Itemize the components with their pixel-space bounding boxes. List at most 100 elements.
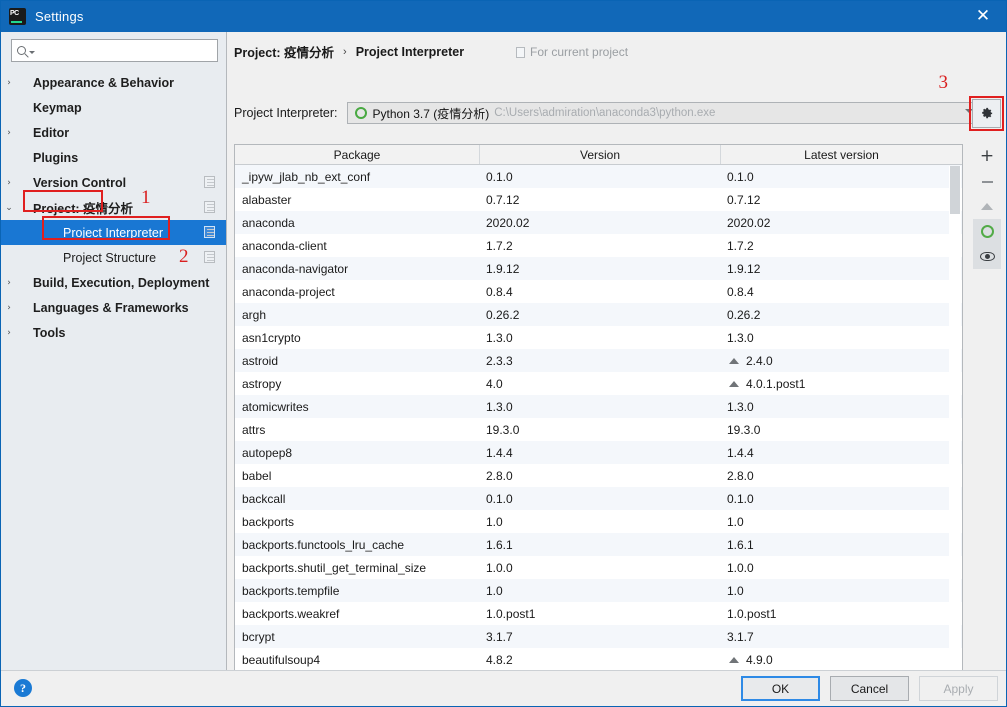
table-row[interactable]: atomicwrites 1.3.0 1.3.0 — [235, 395, 962, 418]
sidebar-item-version-control[interactable]: › Version Control — [1, 170, 226, 195]
cancel-button[interactable]: Cancel — [830, 676, 909, 701]
cell-package: autopep8 — [242, 445, 293, 460]
upgrade-available-icon — [729, 357, 739, 364]
cell-package: astropy — [242, 376, 282, 391]
sidebar-item-label: Keymap — [33, 100, 82, 115]
sidebar-item-project-structure[interactable]: Project Structure — [1, 245, 226, 270]
table-row[interactable]: backports.tempfile 1.0 1.0 — [235, 579, 962, 602]
table-row[interactable]: astropy 4.0 4.0.1.post1 — [235, 372, 962, 395]
latest-version-text: 1.9.12 — [727, 261, 761, 276]
upgrade-package-icon[interactable] — [973, 194, 1001, 219]
search-container — [1, 32, 226, 68]
upgrade-available-icon — [729, 656, 739, 663]
table-row[interactable]: anaconda-navigator 1.9.12 1.9.12 — [235, 257, 962, 280]
chevron-right-icon[interactable]: › — [1, 303, 17, 313]
cell-latest-version: 1.0 — [721, 579, 962, 602]
cell-package: backports.shutil_get_terminal_size — [242, 560, 427, 575]
table-row[interactable]: beautifulsoup4 4.8.2 4.9.0 — [235, 648, 962, 671]
latest-version-text: 4.0.1.post1 — [746, 376, 806, 391]
table-row[interactable]: argh 0.26.2 0.26.2 — [235, 303, 962, 326]
cell-version: 0.7.12 — [486, 192, 520, 207]
chevron-down-icon[interactable]: ⌄ — [1, 203, 17, 213]
table-row[interactable]: backports 1.0 1.0 — [235, 510, 962, 533]
table-row[interactable]: anaconda 2020.02 2020.02 — [235, 211, 962, 234]
settings-dialog: Settings ✕ ›Appearance & BehaviorKeymap›… — [0, 0, 1007, 707]
packages-table-body: _ipyw_jlab_nb_ext_conf 0.1.0 0.1.0 alabaste… — [235, 165, 962, 683]
sidebar-item-appearance-behavior[interactable]: › Appearance & Behavior — [1, 70, 226, 95]
cell-latest-version: 1.0.0 — [721, 556, 962, 579]
copy-settings-icon[interactable] — [204, 251, 215, 263]
cell-latest-version: 1.4.4 — [721, 441, 962, 464]
sidebar-item-label: Build, Execution, Deployment — [33, 275, 210, 290]
column-header-latest-version[interactable]: Latest version — [721, 145, 962, 164]
table-row[interactable]: bcrypt 3.1.7 3.1.7 — [235, 625, 962, 648]
cell-latest-version: 0.8.4 — [721, 280, 962, 303]
table-row[interactable]: autopep8 1.4.4 1.4.4 — [235, 441, 962, 464]
packages-table-scrollbar[interactable] — [949, 166, 961, 683]
add-package-icon[interactable]: + — [973, 144, 1001, 169]
cell-package: argh — [242, 307, 267, 322]
sidebar-item-project[interactable]: ⌄ Project: 疫情分析 — [1, 195, 226, 220]
chevron-right-icon[interactable]: › — [1, 328, 17, 338]
table-row[interactable]: alabaster 0.7.12 0.7.12 — [235, 188, 962, 211]
settings-sidebar: › Appearance & Behavior Keymap › Editor Plugi… — [1, 32, 227, 672]
sidebar-item-keymap[interactable]: Keymap — [1, 95, 226, 120]
chevron-right-icon[interactable]: › — [1, 278, 17, 288]
cell-version: 0.8.4 — [486, 284, 513, 299]
sidebar-item-label: Plugins — [33, 150, 79, 165]
cell-version: 1.3.0 — [486, 330, 513, 345]
cell-version: 4.8.2 — [486, 652, 513, 667]
sidebar-item-build-execution-deployment[interactable]: › Build, Execution, Deployment — [1, 270, 226, 295]
cell-package: atomicwrites — [242, 399, 309, 414]
latest-version-text: 1.0.0 — [727, 560, 754, 575]
sidebar-item-languages-frameworks[interactable]: › Languages & Frameworks — [1, 295, 226, 320]
latest-version-text: 4.9.0 — [746, 652, 773, 667]
column-header-version[interactable]: Version — [480, 145, 721, 164]
interpreter-name: Python 3.7 (疫情分析) — [372, 106, 490, 121]
sidebar-item-tools[interactable]: › Tools — [1, 320, 226, 345]
column-header-package[interactable]: Package — [235, 145, 480, 164]
table-row[interactable]: backports.shutil_get_terminal_size 1.0.0 1… — [235, 556, 962, 579]
table-row[interactable]: backports.weakref 1.0.post1 1.0.post1 — [235, 602, 962, 625]
sidebar-item-plugins[interactable]: Plugins — [1, 145, 226, 170]
cell-version: 2.3.3 — [486, 353, 513, 368]
python-env-icon — [354, 107, 367, 119]
table-row[interactable]: astroid 2.3.3 2.4.0 — [235, 349, 962, 372]
table-row[interactable]: attrs 19.3.0 19.3.0 — [235, 418, 962, 441]
ok-button[interactable]: OK — [741, 676, 820, 701]
cell-package: babel — [242, 468, 272, 483]
show-early-releases-icon[interactable] — [973, 219, 1001, 244]
eye-show-paths-icon[interactable] — [973, 244, 1001, 269]
table-row[interactable]: backports.functools_lru_cache 1.6.1 1.6.1 — [235, 533, 962, 556]
chevron-right-icon[interactable]: › — [1, 78, 17, 88]
table-row[interactable]: anaconda-project 0.8.4 0.8.4 — [235, 280, 962, 303]
sidebar-item-label: Project: 疫情分析 — [33, 202, 134, 216]
chevron-right-icon[interactable]: › — [1, 178, 17, 188]
close-icon[interactable]: ✕ — [960, 1, 1006, 32]
interpreter-dropdown[interactable]: Python 3.7 (疫情分析) C:\Users\admiration\an… — [346, 102, 982, 124]
sidebar-item-editor[interactable]: › Editor — [1, 120, 226, 145]
help-icon[interactable]: ? — [14, 679, 32, 697]
cell-package: backports.weakref — [242, 606, 340, 621]
table-row[interactable]: babel 2.8.0 2.8.0 — [235, 464, 962, 487]
cell-version: 1.7.2 — [486, 238, 513, 253]
table-row[interactable]: anaconda-client 1.7.2 1.7.2 — [235, 234, 962, 257]
search-icon — [17, 46, 26, 55]
remove-package-icon[interactable] — [973, 169, 1001, 194]
latest-version-text: 1.3.0 — [727, 330, 754, 345]
cell-version: 19.3.0 — [486, 422, 520, 437]
breadcrumb-root[interactable]: Project: 疫情分析 — [234, 42, 334, 61]
cell-package: backcall — [242, 491, 286, 506]
copy-settings-icon[interactable] — [204, 226, 215, 238]
table-row[interactable]: backcall 0.1.0 0.1.0 — [235, 487, 962, 510]
table-row[interactable]: asn1crypto 1.3.0 1.3.0 — [235, 326, 962, 349]
sidebar-item-project-interpreter[interactable]: Project Interpreter — [1, 220, 226, 245]
table-row[interactable]: _ipyw_jlab_nb_ext_conf 0.1.0 0.1.0 — [235, 165, 962, 188]
search-input[interactable] — [11, 39, 218, 62]
copy-settings-icon[interactable] — [204, 176, 215, 188]
cell-latest-version: 3.1.7 — [721, 625, 962, 648]
chevron-right-icon[interactable]: › — [1, 128, 17, 138]
latest-version-text: 1.0 — [727, 583, 744, 598]
copy-settings-icon[interactable] — [204, 201, 215, 213]
scrollbar-thumb[interactable] — [950, 166, 960, 214]
